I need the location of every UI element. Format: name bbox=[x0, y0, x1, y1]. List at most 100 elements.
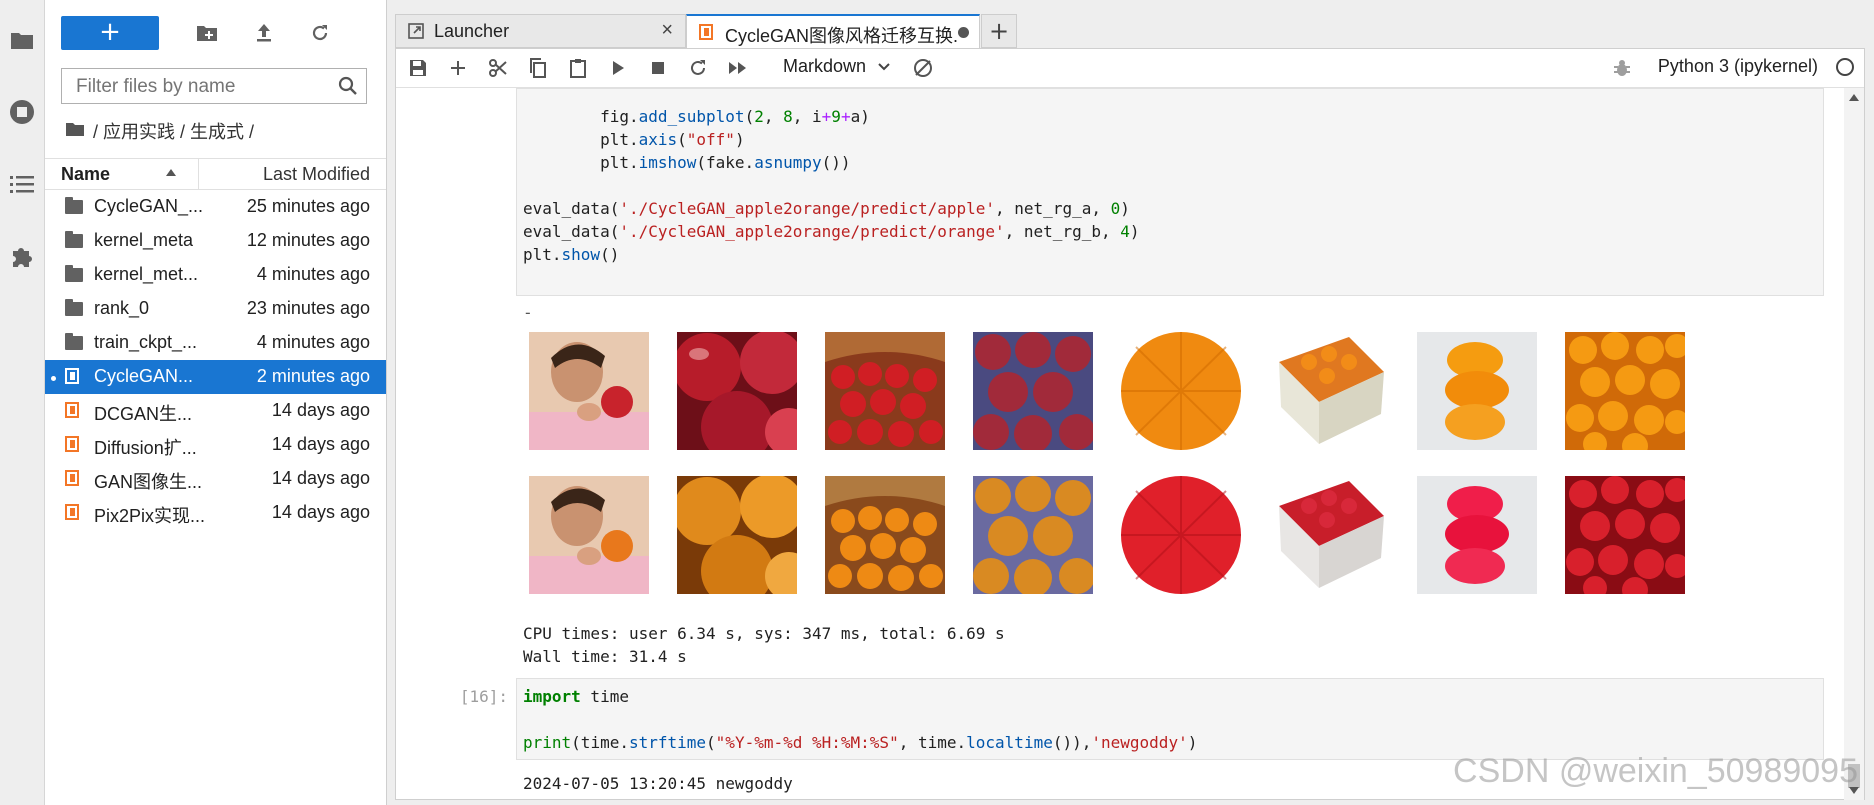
tab-cyclegan-notebook[interactable]: CycleGAN图像风格迁移互换. bbox=[686, 14, 980, 49]
restart-icon[interactable] bbox=[686, 57, 710, 79]
thumbnail-image bbox=[1417, 332, 1537, 450]
kernel-name[interactable]: Python 3 (ipykernel) bbox=[1658, 56, 1818, 77]
thumbnail-image bbox=[1121, 332, 1241, 450]
tab-label: Launcher bbox=[434, 21, 510, 41]
run-icon[interactable] bbox=[606, 57, 630, 79]
upload-icon[interactable] bbox=[251, 20, 277, 46]
close-icon[interactable]: × bbox=[661, 19, 673, 42]
watermark: CSDN @weixin_50989095 bbox=[1453, 752, 1858, 790]
thumbnail-image bbox=[1269, 476, 1389, 594]
file-browser-toolbar: + bbox=[61, 16, 381, 50]
file-modified: 25 minutes ago bbox=[246, 196, 370, 216]
tab-launcher[interactable]: Launcher × bbox=[395, 14, 686, 48]
thumbnail-image bbox=[825, 332, 945, 450]
folder-icon bbox=[65, 231, 85, 250]
thumbnail-image bbox=[1565, 332, 1685, 450]
stop-icon[interactable] bbox=[646, 57, 670, 79]
code-cell[interactable]: import time print(time.strftime("%Y-%m-%… bbox=[516, 678, 1824, 760]
file-name: train_ckpt_... bbox=[94, 332, 198, 352]
cut-icon[interactable] bbox=[486, 57, 510, 79]
code-line: plt.imshow(fake.asnumpy()) bbox=[523, 153, 851, 172]
file-name: rank_0 bbox=[94, 298, 150, 318]
running-icon[interactable] bbox=[8, 98, 36, 126]
file-modified: 12 minutes ago bbox=[246, 230, 370, 250]
code-text: time bbox=[580, 687, 629, 706]
sort-ascending-icon bbox=[166, 169, 176, 176]
list-item[interactable]: kernel_met... 4 minutes ago bbox=[45, 258, 386, 292]
kernel-status-icon bbox=[1836, 58, 1854, 76]
home-folder-icon[interactable] bbox=[65, 121, 85, 142]
list-item-selected[interactable]: CycleGAN... 2 minutes ago bbox=[45, 360, 386, 394]
file-modified: 23 minutes ago bbox=[246, 298, 370, 318]
file-list-header: Name Last Modified bbox=[45, 158, 386, 190]
notebook-icon bbox=[65, 504, 85, 522]
run-all-icon[interactable] bbox=[726, 57, 750, 79]
notebook-icon bbox=[65, 436, 85, 454]
thumbnail-image bbox=[1121, 476, 1241, 594]
cell-prompt: [16]: bbox=[459, 687, 508, 706]
scroll-up-icon[interactable] bbox=[1849, 94, 1859, 101]
add-tab-button[interactable]: + bbox=[981, 14, 1017, 48]
insert-cell-icon[interactable] bbox=[446, 57, 470, 79]
keyword: import bbox=[523, 687, 581, 706]
debugger-icon[interactable] bbox=[1613, 58, 1631, 82]
notebook-icon bbox=[65, 402, 85, 420]
file-name: kernel_met... bbox=[94, 264, 199, 284]
refresh-icon[interactable] bbox=[307, 20, 333, 46]
list-item[interactable]: kernel_meta 12 minutes ago bbox=[45, 224, 386, 258]
unsaved-dot-icon[interactable] bbox=[958, 27, 969, 38]
file-modified: 14 days ago bbox=[271, 468, 370, 488]
code-line: eval_data('./CycleGAN_apple2orange/predi… bbox=[523, 199, 1130, 218]
notebook-icon bbox=[65, 368, 85, 386]
code-line: print(time.strftime("%Y-%m-%d %H:%M:%S",… bbox=[523, 733, 1198, 752]
thumbnail-image bbox=[677, 476, 797, 594]
file-name: CycleGAN_... bbox=[94, 196, 204, 216]
main-dock-area: Launcher × CycleGAN图像风格迁移互换. + Markdown … bbox=[387, 0, 1874, 805]
search-icon bbox=[338, 76, 358, 100]
folder-icon bbox=[65, 333, 85, 352]
list-item[interactable]: Diffusion扩... 14 days ago bbox=[45, 428, 386, 462]
thumbnail-image bbox=[529, 332, 649, 450]
list-item[interactable]: GAN图像生... 14 days ago bbox=[45, 462, 386, 496]
vertical-scrollbar[interactable] bbox=[1844, 88, 1864, 800]
toc-icon[interactable] bbox=[8, 170, 36, 198]
list-item[interactable]: Pix2Pix实现... 14 days ago bbox=[45, 496, 386, 530]
list-item[interactable]: train_ckpt_... 4 minutes ago bbox=[45, 326, 386, 360]
notebook-icon bbox=[699, 24, 713, 40]
save-icon[interactable] bbox=[406, 57, 430, 79]
file-modified: 4 minutes ago bbox=[256, 332, 370, 352]
file-modified: 14 days ago bbox=[271, 434, 370, 454]
code-cell[interactable]: fig.add_subplot(2, 8, i+9+a) plt.axis("o… bbox=[516, 88, 1824, 296]
folder-icon[interactable] bbox=[8, 26, 36, 54]
filter-files-input[interactable] bbox=[74, 75, 328, 99]
cell-type-select[interactable]: Markdown bbox=[783, 56, 891, 77]
thumbnail-image bbox=[529, 476, 649, 594]
last-modified-column-header[interactable]: Last Modified bbox=[263, 159, 370, 189]
name-column-label: Name bbox=[61, 164, 111, 184]
file-modified: 4 minutes ago bbox=[256, 264, 370, 284]
copy-icon[interactable] bbox=[526, 57, 550, 79]
output-dash: - bbox=[523, 303, 533, 322]
launcher-icon bbox=[408, 23, 424, 44]
thumbnail-image bbox=[677, 332, 797, 450]
name-column-header[interactable]: Name bbox=[45, 159, 199, 189]
paste-icon[interactable] bbox=[566, 57, 590, 79]
git-diff-icon[interactable] bbox=[911, 57, 935, 79]
list-item[interactable]: DCGAN生... 14 days ago bbox=[45, 394, 386, 428]
print-output: 2024-07-05 13:20:45 newgoddy bbox=[523, 774, 793, 793]
thumbnail-image bbox=[1269, 332, 1389, 450]
folder-icon bbox=[65, 265, 85, 284]
breadcrumb-path[interactable]: / 应用实践 / 生成式 / bbox=[93, 118, 254, 144]
notebook-icon bbox=[65, 470, 85, 488]
cell-type-label: Markdown bbox=[783, 56, 867, 76]
cpu-times-output: CPU times: user 6.34 s, sys: 347 ms, tot… bbox=[523, 624, 1005, 643]
new-folder-icon[interactable] bbox=[194, 20, 220, 46]
new-launcher-button[interactable]: + bbox=[61, 16, 159, 50]
wall-time-output: Wall time: 31.4 s bbox=[523, 647, 687, 666]
file-list: CycleGAN_... 25 minutes ago kernel_meta 12… bbox=[45, 190, 386, 530]
file-name: CycleGAN... bbox=[94, 366, 194, 386]
list-item[interactable]: rank_0 23 minutes ago bbox=[45, 292, 386, 326]
list-item[interactable]: CycleGAN_... 25 minutes ago bbox=[45, 190, 386, 224]
filter-files-field[interactable] bbox=[61, 68, 367, 104]
extensions-icon[interactable] bbox=[8, 243, 36, 271]
